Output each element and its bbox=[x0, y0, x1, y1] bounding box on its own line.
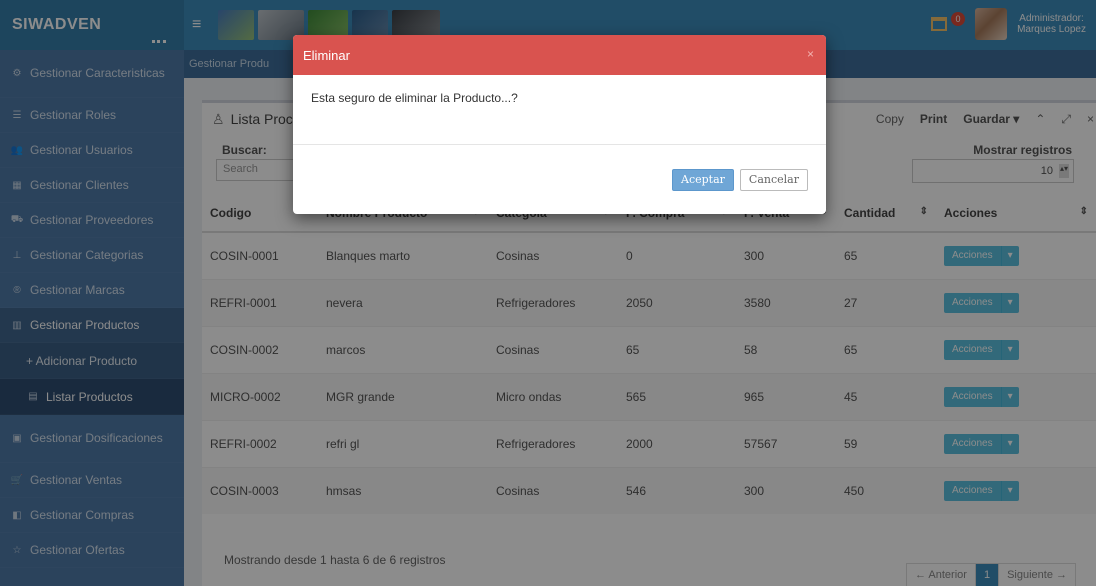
modal-body: Esta seguro de eliminar la Producto...? bbox=[293, 75, 826, 145]
delete-modal: Eliminar × Esta seguro de eliminar la Pr… bbox=[293, 35, 826, 214]
modal-footer: Aceptar Cancelar bbox=[293, 145, 826, 214]
aceptar-button[interactable]: Aceptar bbox=[672, 168, 734, 191]
close-icon[interactable]: × bbox=[807, 47, 814, 61]
modal-title: Eliminar bbox=[303, 47, 350, 63]
cancelar-button[interactable]: Cancelar bbox=[739, 168, 808, 191]
modal-header: Eliminar × bbox=[293, 35, 826, 75]
modal-message: Esta seguro de eliminar la Producto...? bbox=[311, 91, 518, 105]
